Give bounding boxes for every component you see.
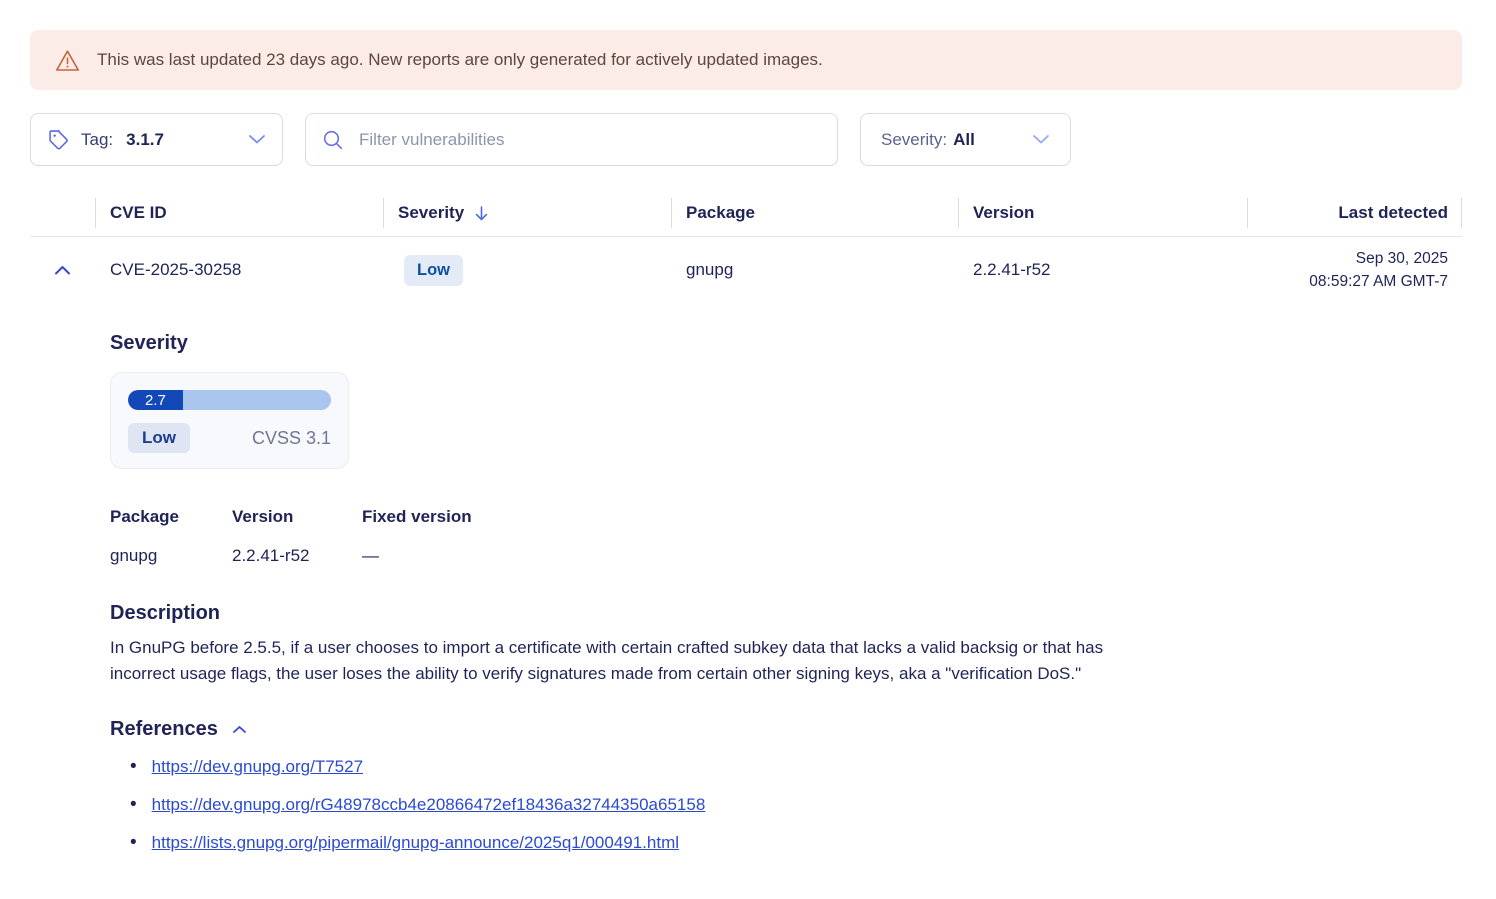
reference-link[interactable]: https://dev.gnupg.org/rG48978ccb4e208664… (152, 793, 706, 817)
list-item: • https://dev.gnupg.org/rG48978ccb4e2086… (110, 793, 1462, 817)
search-icon (322, 129, 344, 151)
severity-badge: Low (404, 255, 463, 286)
collapse-row-button[interactable] (50, 261, 75, 280)
severity-level-badge: Low (128, 423, 190, 453)
severity-filter-label: Severity: (881, 130, 947, 150)
chevron-down-icon (248, 134, 266, 145)
chevron-up-icon (232, 725, 247, 734)
column-header-package[interactable]: Package (671, 190, 958, 236)
cvss-version-label: CVSS 3.1 (252, 428, 331, 449)
severity-filter-dropdown[interactable]: Severity: All (860, 113, 1071, 166)
tag-dropdown[interactable]: Tag: 3.1.7 (30, 113, 283, 166)
cvss-score-value: 2.7 (145, 392, 166, 409)
cell-package: gnupg (671, 260, 958, 280)
bullet: • (130, 755, 137, 779)
chevron-up-icon (54, 265, 71, 276)
cvss-score-fill: 2.7 (128, 390, 183, 410)
description-heading: Description (110, 602, 1462, 625)
stale-report-banner: This was last updated 23 days ago. New r… (30, 30, 1462, 90)
cell-version: 2.2.41-r52 (958, 260, 1247, 280)
cve-detail-panel: Severity 2.7 Low CVSS 3.1 Package Versio… (110, 332, 1462, 855)
table-row[interactable]: CVE-2025-30258 Low gnupg 2.2.41-r52 Sep … (30, 237, 1462, 303)
vulnerability-search (305, 113, 838, 166)
cell-last-detected: Sep 30, 2025 08:59:27 AM GMT-7 (1247, 247, 1462, 293)
reference-link[interactable]: https://dev.gnupg.org/T7527 (152, 755, 363, 779)
warning-triangle-icon (55, 49, 80, 72)
package-col-header: Package (110, 507, 232, 527)
column-header-version[interactable]: Version (958, 190, 1247, 236)
cvss-score-bar: 2.7 (128, 390, 331, 410)
filter-bar: Tag: 3.1.7 Severity: All (30, 113, 1462, 166)
list-item: • https://lists.gnupg.org/pipermail/gnup… (110, 831, 1462, 855)
references-heading: References (110, 718, 218, 741)
last-detected-date: Sep 30, 2025 (1262, 247, 1448, 270)
package-value: gnupg (110, 546, 232, 566)
column-header-severity[interactable]: Severity (383, 190, 671, 236)
cvss-score-card: 2.7 Low CVSS 3.1 (110, 372, 349, 469)
tag-value: 3.1.7 (126, 130, 164, 150)
column-header-last-detected[interactable]: Last detected (1247, 190, 1462, 236)
version-col-header: Version (232, 507, 362, 527)
column-header-cve-id[interactable]: CVE ID (95, 190, 383, 236)
reference-link[interactable]: https://lists.gnupg.org/pipermail/gnupg-… (152, 831, 679, 855)
last-detected-time: 08:59:27 AM GMT-7 (1262, 270, 1448, 293)
bullet: • (130, 831, 137, 855)
list-item: • https://dev.gnupg.org/T7527 (110, 755, 1462, 779)
cell-severity: Low (383, 255, 671, 286)
references-list: • https://dev.gnupg.org/T7527 • https://… (110, 755, 1462, 855)
search-input[interactable] (357, 129, 821, 151)
package-detail-table: Package Version Fixed version gnupg 2.2.… (110, 507, 1462, 566)
severity-filter-value: All (953, 130, 975, 150)
banner-message: This was last updated 23 days ago. New r… (97, 50, 823, 70)
references-toggle[interactable]: References (110, 718, 247, 741)
fixed-version-col-header: Fixed version (362, 507, 1462, 527)
sort-descending-icon (474, 205, 489, 222)
row-expand-cell (30, 261, 95, 280)
tag-label: Tag: (81, 130, 113, 150)
fixed-version-value: — (362, 546, 1462, 566)
vulnerability-table-header: CVE ID Severity Package Version Last det… (30, 190, 1462, 237)
column-header-expand (30, 190, 95, 236)
tag-icon (47, 128, 70, 151)
description-text: In GnuPG before 2.5.5, if a user chooses… (110, 635, 1172, 687)
bullet: • (130, 793, 137, 817)
chevron-down-icon (1032, 134, 1050, 145)
severity-section-heading: Severity (110, 332, 1462, 355)
version-value: 2.2.41-r52 (232, 546, 362, 566)
cvss-card-footer: Low CVSS 3.1 (128, 423, 331, 453)
cell-cve-id: CVE-2025-30258 (95, 260, 383, 280)
vulnerability-report-page: This was last updated 23 days ago. New r… (0, 30, 1496, 855)
